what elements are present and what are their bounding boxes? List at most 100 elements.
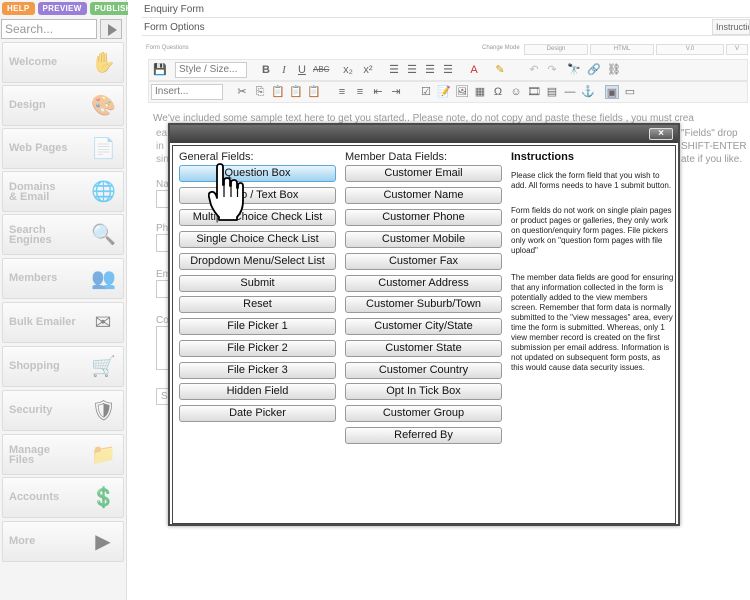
copy-icon[interactable]: ⎘ xyxy=(253,85,267,99)
tab-design[interactable]: Design xyxy=(524,44,588,55)
sidebar-item-shopping[interactable]: Shopping 🛒 xyxy=(2,346,124,387)
dropdown-menu-button[interactable]: Dropdown Menu/Select List xyxy=(179,253,336,270)
preview-button[interactable]: PREVIEW xyxy=(37,2,87,15)
sidebar-item-domains-email[interactable]: Domains & Email 🌐 xyxy=(2,171,124,212)
cut-icon[interactable]: ✂ xyxy=(235,85,249,99)
align-center-icon[interactable]: ☰ xyxy=(405,63,419,77)
image-icon[interactable]: 🖼 xyxy=(455,85,469,99)
bold-icon[interactable]: B xyxy=(259,63,273,77)
style-size-select[interactable]: Style / Size... xyxy=(175,62,247,78)
customer-group-button[interactable]: Customer Group xyxy=(345,405,502,422)
page-break-icon[interactable]: ▤ xyxy=(545,85,559,99)
paste-word-icon[interactable]: 📋 xyxy=(307,85,321,99)
redo-icon[interactable]: ↷ xyxy=(545,63,559,77)
strikethrough-icon[interactable]: ABC xyxy=(313,63,329,77)
instructions-paragraph: Form fields do not work on single plain … xyxy=(511,206,672,255)
sidebar-item-label: Manage Files xyxy=(9,444,50,466)
question-box-button[interactable]: Question Box xyxy=(179,165,336,182)
globe-icon: 🌐 xyxy=(91,181,116,203)
referred-by-button[interactable]: Referred By xyxy=(345,427,502,444)
sidebar-item-accounts[interactable]: Accounts 💲 xyxy=(2,477,124,518)
multiple-choice-check-list-button[interactable]: Multiple Choice Check List xyxy=(179,209,336,226)
omega-icon[interactable]: Ω xyxy=(491,85,505,99)
editor-text: sin xyxy=(156,154,169,165)
underline-icon[interactable]: U xyxy=(295,63,309,77)
hand-icon: ✋ xyxy=(91,52,116,74)
highlight-icon[interactable]: ✎ xyxy=(493,63,507,77)
single-choice-check-list-button[interactable]: Single Choice Check List xyxy=(179,231,336,248)
memo-text-box-button[interactable]: Memo / Text Box xyxy=(179,187,336,204)
customer-city-state-button[interactable]: Customer City/State xyxy=(345,318,502,335)
unordered-list-icon[interactable]: ≡ xyxy=(353,85,367,99)
source-icon[interactable]: ▭ xyxy=(623,85,637,99)
sidebar-item-web-pages[interactable]: Web Pages 📄 xyxy=(2,128,124,169)
help-button[interactable]: HELP xyxy=(2,2,35,15)
file-picker-2-button[interactable]: File Picker 2 xyxy=(179,340,336,357)
opt-in-tick-box-button[interactable]: Opt In Tick Box xyxy=(345,383,502,400)
subscript-icon[interactable]: x₂ xyxy=(341,63,355,77)
paste-text-icon[interactable]: 📋 xyxy=(289,85,303,99)
form-options-link[interactable]: Form Options xyxy=(144,22,205,33)
reset-field-button[interactable]: Reset xyxy=(179,296,336,313)
outdent-icon[interactable]: ⇤ xyxy=(371,85,385,99)
save-icon[interactable]: 💾 xyxy=(153,63,167,77)
form-icon[interactable]: 📝 xyxy=(437,85,451,99)
tab-v0[interactable]: V.0 xyxy=(656,44,724,55)
customer-state-button[interactable]: Customer State xyxy=(345,340,502,357)
anchor-icon[interactable]: ⚓ xyxy=(581,85,595,99)
customer-phone-button[interactable]: Customer Phone xyxy=(345,209,502,226)
sidebar-item-bulk-emailer[interactable]: Bulk Emailer ✉ xyxy=(2,302,124,343)
unlink-icon[interactable]: ⛓ xyxy=(607,63,621,77)
font-color-icon[interactable]: A xyxy=(467,63,481,77)
tab-html[interactable]: HTML xyxy=(590,44,654,55)
sidebar: HELP PREVIEW PUBLISH Search... Welcome ✋… xyxy=(0,0,137,600)
search-go-button[interactable] xyxy=(100,19,122,39)
link-icon[interactable]: 🔗 xyxy=(587,63,601,77)
horizontal-rule-icon[interactable]: — xyxy=(563,85,577,99)
align-left-icon[interactable]: ☰ xyxy=(387,63,401,77)
smiley-icon[interactable]: ☺ xyxy=(509,85,523,99)
search-input[interactable]: Search... xyxy=(1,19,97,39)
insert-select[interactable]: Insert... xyxy=(151,84,223,100)
italic-icon[interactable]: I xyxy=(277,63,291,77)
sidebar-item-more[interactable]: More ▶ xyxy=(2,521,124,562)
submit-field-button[interactable]: Submit xyxy=(179,275,336,292)
magnifier-icon: 🔍 xyxy=(91,224,116,246)
file-picker-1-button[interactable]: File Picker 1 xyxy=(179,318,336,335)
editor-text: SHIFT-ENTER xyxy=(681,141,747,152)
find-icon[interactable]: 🔭 xyxy=(567,63,581,77)
sidebar-item-welcome[interactable]: Welcome ✋ xyxy=(2,42,124,83)
ordered-list-icon[interactable]: ≡ xyxy=(335,85,349,99)
sidebar-item-manage-files[interactable]: Manage Files 📁 xyxy=(2,434,124,475)
superscript-icon[interactable]: x² xyxy=(361,63,375,77)
customer-email-button[interactable]: Customer Email xyxy=(345,165,502,182)
customer-suburb-town-button[interactable]: Customer Suburb/Town xyxy=(345,296,502,313)
tab-v[interactable]: V xyxy=(726,44,748,55)
customer-address-button[interactable]: Customer Address xyxy=(345,275,502,292)
undo-icon[interactable]: ↶ xyxy=(527,63,541,77)
editor-toolbar-1: 💾 Style / Size... B I U ABC x₂ x² ☰ ☰ ☰ … xyxy=(148,59,748,81)
align-right-icon[interactable]: ☰ xyxy=(423,63,437,77)
sidebar-item-design[interactable]: Design 🎨 xyxy=(2,85,124,126)
checkbox-icon[interactable]: ☑ xyxy=(419,85,433,99)
close-button[interactable]: × xyxy=(649,128,673,140)
sidebar-item-security[interactable]: Security 🛡 xyxy=(2,390,124,431)
visual-aid-icon[interactable]: ▣ xyxy=(605,85,619,99)
customer-mobile-button[interactable]: Customer Mobile xyxy=(345,231,502,248)
paste-icon[interactable]: 📋 xyxy=(271,85,285,99)
divider xyxy=(142,17,750,18)
file-picker-3-button[interactable]: File Picker 3 xyxy=(179,362,336,379)
hidden-field-button[interactable]: Hidden Field xyxy=(179,383,336,400)
customer-fax-button[interactable]: Customer Fax xyxy=(345,253,502,270)
media-icon[interactable]: 🎞 xyxy=(527,85,541,99)
date-picker-button[interactable]: Date Picker xyxy=(179,405,336,422)
sidebar-item-members[interactable]: Members 👥 xyxy=(2,258,124,299)
indent-icon[interactable]: ⇥ xyxy=(389,85,403,99)
customer-name-button[interactable]: Customer Name xyxy=(345,187,502,204)
sidebar-item-search-engines[interactable]: Search Engines 🔍 xyxy=(2,214,124,255)
table-icon[interactable]: ▦ xyxy=(473,85,487,99)
customer-country-button[interactable]: Customer Country xyxy=(345,362,502,379)
sidebar-item-label: Search Engines xyxy=(9,224,52,246)
tab-instructions[interactable]: Instructio xyxy=(712,19,750,35)
align-justify-icon[interactable]: ☰ xyxy=(441,63,455,77)
